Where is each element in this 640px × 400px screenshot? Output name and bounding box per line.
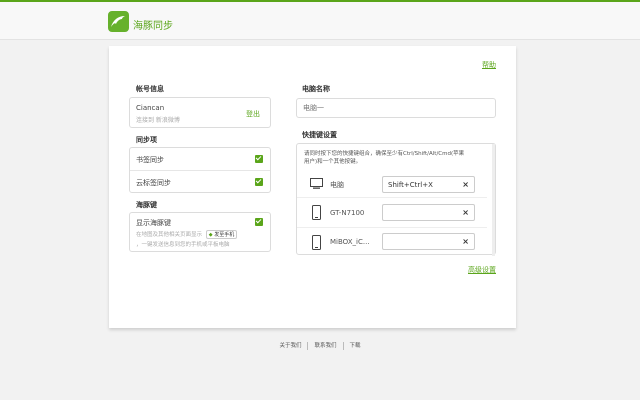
logout-button[interactable]: 登出	[246, 109, 260, 119]
phone-icon	[312, 205, 321, 220]
footer-contact-link[interactable]: 联系我们	[314, 343, 336, 349]
clear-shortcut-button[interactable]: ×	[462, 208, 469, 217]
phone-icon	[312, 235, 321, 250]
sync-item-bookmarks[interactable]: 书签同步	[130, 148, 270, 171]
device-name: MiBOX_iC...	[330, 238, 370, 246]
device-name: GT-N7100	[330, 209, 365, 217]
monitor-icon	[310, 178, 323, 189]
device-row-computer: 电脑 Shift+Ctrl+X ×	[297, 171, 487, 198]
device-row-mibox: MiBOX_iC... ×	[297, 228, 487, 256]
account-linked-text: 连接到 新浪微博	[136, 117, 180, 124]
sync-item-label: 云标签同步	[136, 179, 171, 187]
clear-shortcut-button[interactable]: ×	[462, 180, 469, 189]
shortcut-section-title: 快捷键设置	[302, 131, 337, 139]
dolphin-key-section-title: 海豚键	[136, 201, 157, 209]
shortcut-box: 请同时按下您的快捷键组合，确保至少有Ctrl/Shift/Alt/Cmd(苹果 …	[296, 143, 496, 256]
footer-about-link[interactable]: 关于我们	[279, 343, 301, 349]
dolphin-key-box: 显示海豚键 在地图及其他相关页面显示 ◆ 发至手机 ，一键发送信息到您的手机或平…	[129, 212, 271, 252]
shortcut-desc: 请同时按下您的快捷键组合，确保至少有Ctrl/Shift/Alt/Cmd(苹果 …	[304, 151, 465, 165]
dolphin-badge-icon: ◆	[208, 232, 213, 238]
footer-divider	[307, 341, 309, 350]
dolphin-key-desc-2: ，一键发送信息到您的手机或平板电脑	[136, 242, 230, 248]
sync-item-cloud-tabs[interactable]: 云标签同步	[130, 171, 270, 194]
footer-download-link[interactable]: 下载	[350, 343, 361, 349]
shortcut-input-computer[interactable]: Shift+Ctrl+X ×	[382, 176, 475, 193]
bookmarks-checkbox[interactable]	[255, 155, 263, 163]
computer-name-section-title: 电脑名称	[302, 85, 330, 93]
footer-divider	[342, 341, 344, 350]
shortcut-input-mibox[interactable]: ×	[382, 233, 475, 250]
dolphin-key-label: 显示海豚键	[136, 219, 171, 227]
sync-item-label: 书签同步	[136, 156, 164, 164]
device-row-gt-n7100: GT-N7100 ×	[297, 198, 487, 228]
cloud-tabs-checkbox[interactable]	[255, 178, 263, 186]
clear-shortcut-button[interactable]: ×	[462, 237, 469, 246]
advanced-settings-link[interactable]: 高级设置	[468, 265, 496, 275]
footer: 关于我们 联系我们 下载	[0, 341, 640, 350]
send-to-phone-badge: ◆ 发至手机	[205, 230, 238, 239]
computer-name-input[interactable]	[296, 98, 496, 118]
shortcut-scrollbar[interactable]	[492, 144, 495, 256]
brand-title: 海豚同步	[133, 21, 173, 32]
account-box: Ciancan 连接到 新浪微博 登出	[129, 97, 271, 128]
help-link[interactable]: 帮助	[482, 60, 496, 70]
shortcut-input-gt-n7100[interactable]: ×	[382, 204, 475, 221]
account-username: Ciancan	[136, 104, 165, 112]
settings-card: 帮助 帐号信息 Ciancan 连接到 新浪微博 登出 同步项 书签同步 云标签…	[109, 46, 516, 328]
device-name: 电脑	[330, 181, 344, 189]
account-section-title: 帐号信息	[136, 85, 164, 93]
sync-section-title: 同步项	[136, 136, 157, 144]
dolphin-key-checkbox[interactable]	[255, 218, 263, 226]
dolphin-logo-icon	[108, 11, 129, 32]
top-bar: 海豚同步	[0, 0, 640, 40]
sync-box: 书签同步 云标签同步	[129, 147, 271, 193]
dolphin-key-desc-1: 在地图及其他相关页面显示 ◆ 发至手机	[136, 230, 238, 239]
